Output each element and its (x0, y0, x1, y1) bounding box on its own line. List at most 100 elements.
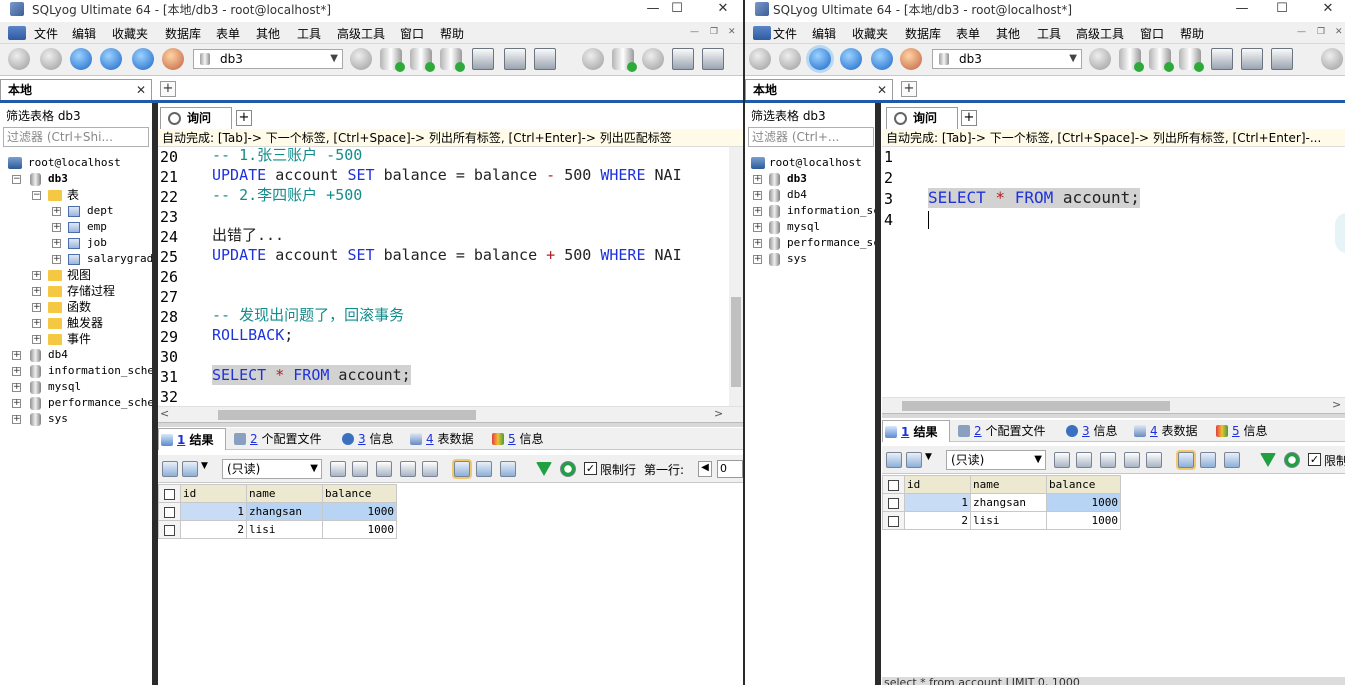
add-query-tab-button[interactable]: + (961, 110, 977, 126)
table-cell[interactable]: 2 (904, 511, 971, 530)
refresh-icon[interactable] (560, 461, 576, 477)
editor-results-splitter[interactable] (158, 422, 743, 427)
expand-icon[interactable]: + (12, 399, 21, 408)
connect-icon[interactable] (749, 48, 771, 70)
minimize-button[interactable]: — (640, 0, 666, 20)
menu-window[interactable]: 窗口 (400, 25, 424, 42)
tab-messages[interactable]: 3 信息 (1064, 420, 1117, 442)
add-row-icon[interactable] (1054, 452, 1070, 468)
side-handle[interactable] (1335, 213, 1345, 253)
tab-profiler[interactable]: 2 个配置文件 (956, 420, 1045, 442)
table-cell[interactable]: 1000 (1046, 493, 1121, 512)
previous-page-button[interactable]: ◀ (698, 461, 712, 477)
filter-input[interactable]: 过滤器 (Ctrl+Shi... (3, 127, 149, 147)
menu-file[interactable]: 文件 (34, 25, 58, 42)
filter-input[interactable]: 过滤器 (Ctrl+... (748, 127, 874, 147)
table-cell[interactable]: lisi (246, 520, 323, 539)
form-view-icon[interactable] (476, 461, 492, 477)
mdi-close-button[interactable]: ✕ (1335, 27, 1343, 37)
column-header[interactable]: id (904, 475, 971, 494)
sync-icon[interactable] (534, 48, 556, 70)
collapse-icon[interactable]: − (32, 191, 41, 200)
close-button[interactable]: ✕ (1315, 0, 1341, 20)
tab-messages[interactable]: 3 信息 (340, 428, 393, 450)
chevron-left-icon[interactable]: < (160, 407, 169, 420)
schedule-icon[interactable] (1321, 48, 1343, 70)
chevron-down-icon[interactable]: ▼ (925, 452, 932, 462)
column-header[interactable]: name (970, 475, 1047, 494)
data-sync-icon[interactable] (612, 48, 637, 72)
grid-view-icon[interactable] (454, 461, 470, 477)
export-icon[interactable] (886, 452, 902, 468)
tab-table-data[interactable]: 4 表数据 (1132, 420, 1197, 442)
scroll-thumb[interactable] (902, 401, 1170, 411)
table-cell[interactable]: lisi (970, 511, 1047, 530)
expand-icon[interactable]: + (753, 223, 762, 232)
expand-icon[interactable]: + (52, 223, 61, 232)
table-cell[interactable]: 2 (180, 520, 247, 539)
chevron-right-icon[interactable]: > (714, 407, 723, 420)
row-checkbox[interactable] (882, 511, 905, 530)
grid-view-icon[interactable] (1178, 452, 1194, 468)
table-cell[interactable]: zhangsan (970, 493, 1047, 512)
expand-icon[interactable]: + (32, 287, 41, 296)
duplicate-row-icon[interactable] (1076, 452, 1092, 468)
menu-database[interactable]: 数据库 (905, 25, 941, 42)
table-cell[interactable]: 1 (180, 502, 247, 521)
schedule-icon[interactable] (582, 48, 604, 70)
save-icon[interactable] (1100, 452, 1116, 468)
maximize-button[interactable]: ☐ (1269, 0, 1295, 20)
cancel-icon[interactable] (422, 461, 438, 477)
object-browser-tab[interactable]: 本地 ✕ (0, 79, 152, 101)
close-icon[interactable]: ✕ (136, 80, 146, 101)
save-icon[interactable] (376, 461, 392, 477)
menu-help[interactable]: 帮助 (440, 25, 464, 42)
expand-icon[interactable]: + (753, 255, 762, 264)
menu-table[interactable]: 表单 (956, 25, 980, 42)
expand-icon[interactable]: + (32, 271, 41, 280)
execute-all-icon[interactable] (840, 48, 862, 70)
limit-rows-checkbox[interactable]: ✓ (1308, 453, 1321, 466)
sidebar-splitter[interactable] (875, 103, 881, 685)
schema-icon[interactable] (504, 48, 526, 70)
mdi-restore-button[interactable]: ❐ (710, 27, 718, 37)
delete-icon[interactable] (400, 461, 416, 477)
menu-favorites[interactable]: 收藏夹 (112, 25, 148, 42)
row-checkbox[interactable] (158, 520, 181, 539)
readonly-selector[interactable]: (只读) ▼ (946, 450, 1046, 470)
editor-horizontal-scrollbar[interactable]: < > (158, 406, 743, 422)
form-view-icon[interactable] (1200, 452, 1216, 468)
expand-icon[interactable]: + (753, 239, 762, 248)
create-database-icon[interactable] (1119, 48, 1144, 72)
text-view-icon[interactable] (1224, 452, 1240, 468)
select-all-checkbox[interactable] (882, 475, 905, 494)
add-connection-tab-button[interactable]: + (901, 81, 917, 97)
menu-other[interactable]: 其他 (256, 25, 280, 42)
execute-update-icon[interactable] (132, 48, 154, 70)
menu-tools[interactable]: 工具 (297, 25, 321, 42)
tab-result[interactable]: 1 结果 (882, 420, 950, 442)
add-row-icon[interactable] (330, 461, 346, 477)
expand-icon[interactable]: + (12, 415, 21, 424)
database-selector[interactable]: db3 ▼ (932, 49, 1082, 69)
menu-other[interactable]: 其他 (996, 25, 1020, 42)
close-button[interactable]: ✕ (710, 0, 736, 20)
tab-profiler[interactable]: 2 个配置文件 (232, 428, 321, 450)
expand-icon[interactable]: + (52, 207, 61, 216)
select-all-checkbox[interactable] (158, 484, 181, 503)
truck-icon[interactable] (672, 48, 694, 70)
editor-vertical-scrollbar[interactable] (729, 147, 743, 407)
collapse-icon[interactable]: − (12, 175, 21, 184)
notifications-icon[interactable] (702, 48, 724, 70)
table-cell[interactable]: 1000 (322, 520, 397, 539)
user-manager-icon[interactable] (1089, 48, 1111, 70)
tab-info[interactable]: 5 信息 (490, 428, 543, 450)
menu-favorites[interactable]: 收藏夹 (852, 25, 888, 42)
execute-query-icon[interactable] (70, 48, 92, 70)
editor-results-splitter[interactable] (882, 413, 1345, 418)
mdi-restore-button[interactable]: ❐ (1317, 27, 1325, 37)
execute-update-icon[interactable] (871, 48, 893, 70)
editor-horizontal-scrollbar[interactable]: > (882, 397, 1345, 413)
export-icon[interactable] (162, 461, 178, 477)
column-header[interactable]: balance (1046, 475, 1121, 494)
